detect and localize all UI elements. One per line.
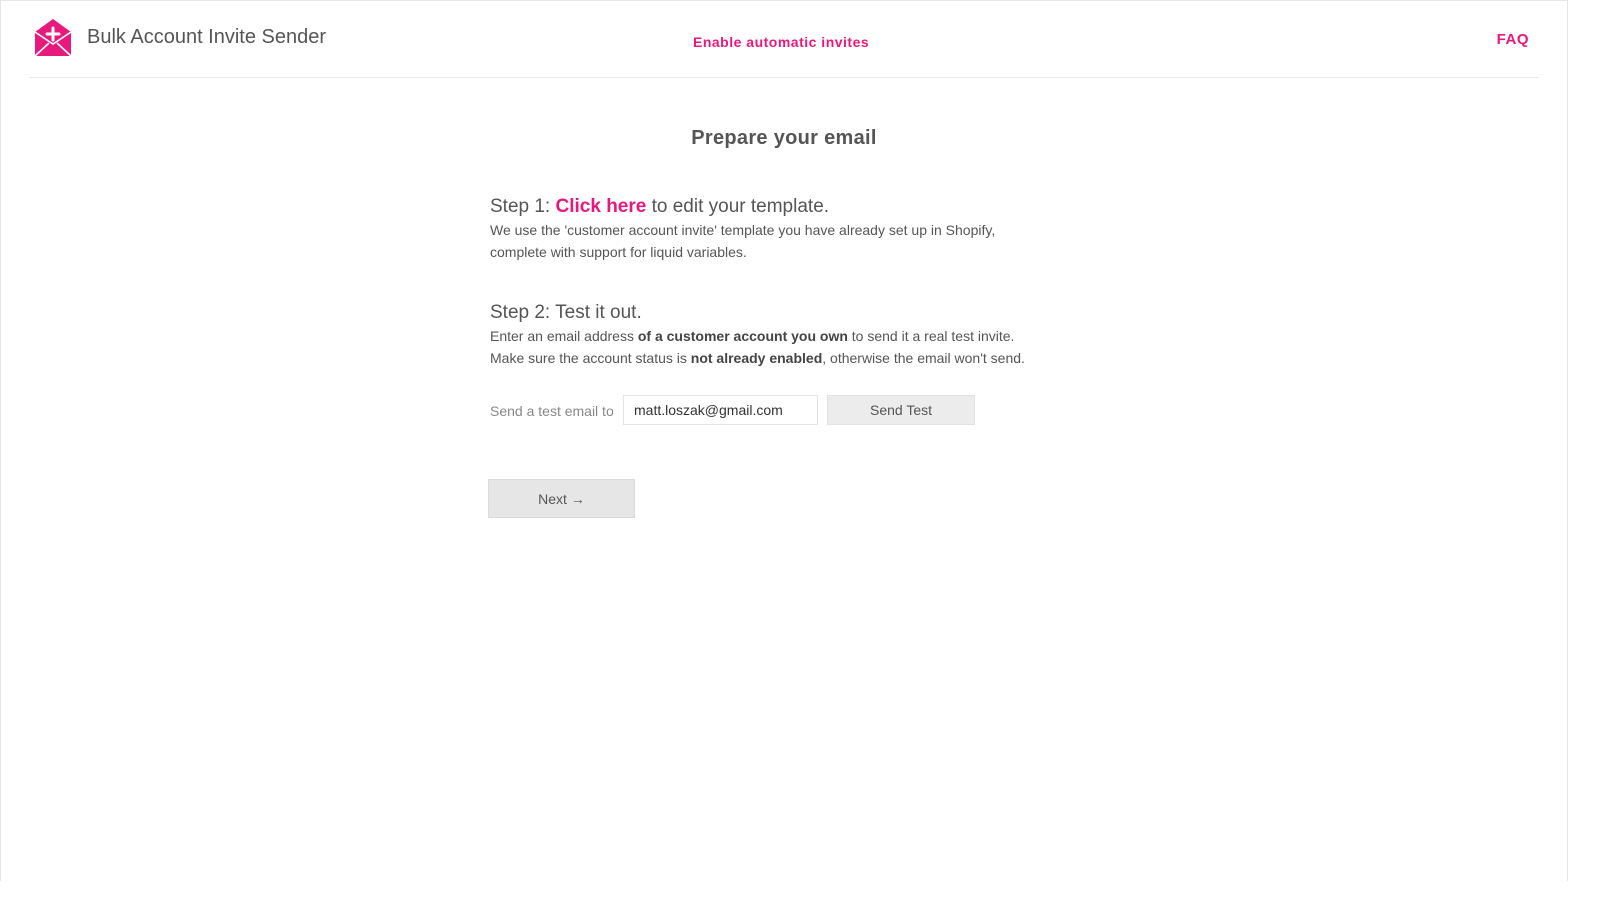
step-2-line-1-bold: of a customer account you own	[637, 328, 848, 344]
step-1-suffix: to edit your template.	[646, 196, 830, 217]
step-2-heading: Step 2: Test it out.	[490, 302, 642, 323]
page-title: Prepare your email	[691, 127, 877, 149]
step-2-line-2: Make sure the account status is not alre…	[490, 347, 1025, 369]
step-2-line-2-a: Make sure the account status is	[490, 350, 691, 366]
step-2-line-2-c: , otherwise the email won't send.	[822, 350, 1025, 366]
right-margin	[1568, 0, 1600, 899]
step-1-line-1: We use the 'customer account invite' tem…	[490, 222, 996, 238]
step-2-line-1-c: to send it a real test invite.	[847, 328, 1015, 344]
step-1: Step 1: Click here to edit your template…	[490, 195, 995, 263]
edit-template-link[interactable]: Click here	[556, 196, 647, 217]
header: Bulk Account Invite Sender Enable automa…	[29, 0, 1539, 78]
envelope-plus-icon	[32, 16, 74, 58]
step-2-line-1: Enter an email address of a customer acc…	[490, 325, 1025, 347]
step-1-line-2: complete with support for liquid variabl…	[490, 244, 747, 260]
step-2-line-2-bold: not already enabled	[690, 350, 823, 366]
step-1-heading: Step 1: Click here to edit your template…	[490, 195, 995, 219]
test-email-label: Send a test email to	[490, 403, 614, 419]
faq-link[interactable]: FAQ	[1497, 31, 1529, 48]
step-2-line-1-a: Enter an email address	[490, 328, 638, 344]
step-2: Step 2: Test it out. Enter an email addr…	[490, 301, 1025, 369]
next-button[interactable]: Next →	[488, 479, 635, 518]
step-1-prefix: Step 1:	[490, 196, 556, 217]
enable-automatic-invites-link[interactable]: Enable automatic invites	[693, 34, 869, 50]
test-email-row: Send a test email to Send Test	[490, 395, 1110, 425]
app-window: Bulk Account Invite Sender Enable automa…	[0, 0, 1600, 899]
test-email-input[interactable]	[623, 395, 818, 425]
app-title: Bulk Account Invite Sender	[87, 26, 327, 48]
send-test-button[interactable]: Send Test	[827, 395, 975, 425]
